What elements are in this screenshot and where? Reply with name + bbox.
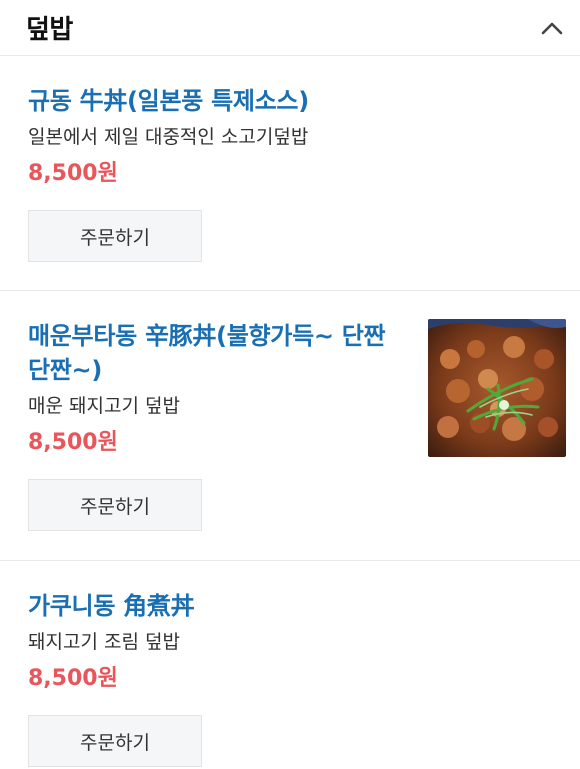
menu-item-description: 일본에서 제일 대중적인 소고기덮밥: [28, 126, 309, 148]
menu-item-description: 돼지고기 조림 덮밥: [28, 631, 180, 653]
menu-item[interactable]: 매운부타동 辛豚丼(불향가득~ 단짠단짠~) 매운 돼지고기 덮밥 8,500원…: [0, 291, 580, 561]
menu-item-price: 8,500원: [28, 161, 118, 186]
menu-item-photo[interactable]: [428, 319, 566, 457]
menu-item-name[interactable]: 가쿠니동 角煮丼: [28, 589, 554, 623]
category-title: 덮밥: [26, 15, 73, 45]
menu-item-name[interactable]: 규동 牛丼(일본풍 특제소스): [28, 84, 554, 118]
order-button[interactable]: 주문하기: [28, 715, 202, 767]
category-header[interactable]: 덮밥: [0, 0, 580, 56]
chevron-up-icon[interactable]: [538, 14, 566, 42]
menu-item[interactable]: 가쿠니동 角煮丼 돼지고기 조림 덮밥 8,500원 주문하기: [0, 561, 580, 769]
menu-item[interactable]: 규동 牛丼(일본풍 특제소스) 일본에서 제일 대중적인 소고기덮밥 8,500…: [0, 56, 580, 291]
order-button[interactable]: 주문하기: [28, 210, 202, 262]
order-button[interactable]: 주문하기: [28, 479, 202, 531]
menu-item-price: 8,500원: [28, 666, 118, 691]
menu-item-name[interactable]: 매운부타동 辛豚丼(불향가득~ 단짠단짠~): [28, 319, 398, 387]
